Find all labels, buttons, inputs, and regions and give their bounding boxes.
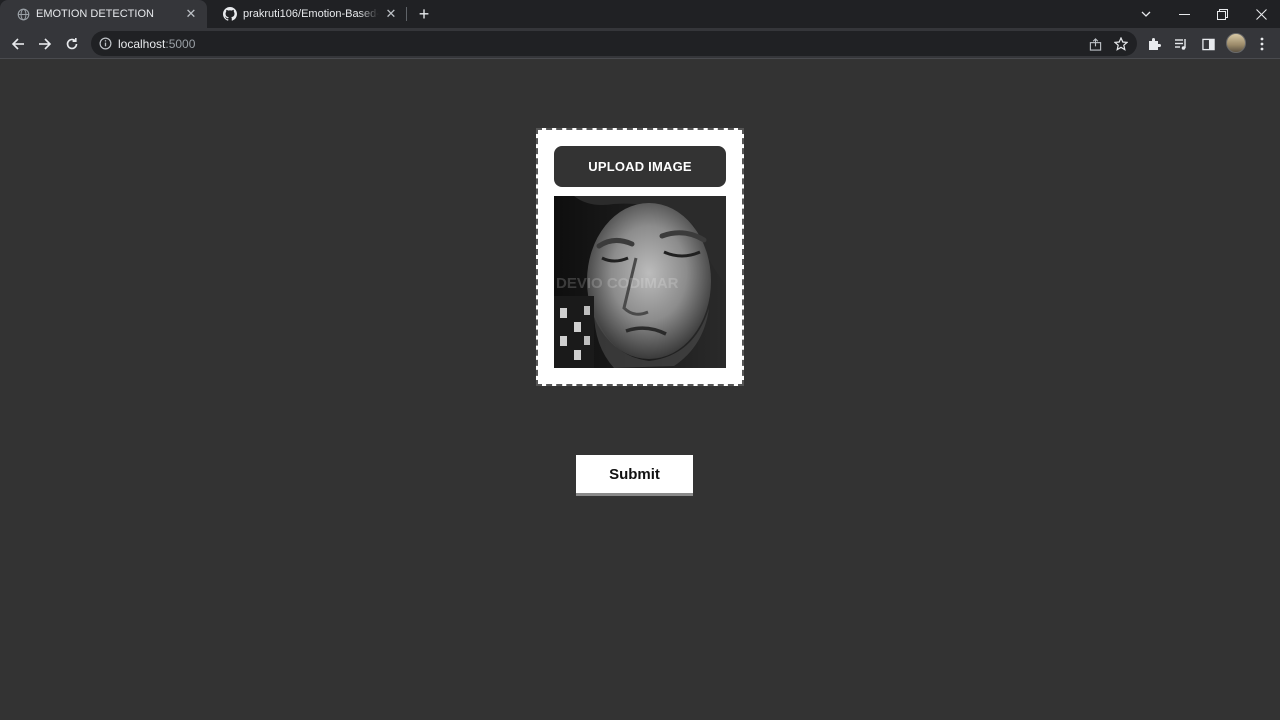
minimize-window-icon[interactable] <box>1165 0 1203 28</box>
tab-separator <box>406 7 407 21</box>
tab-github-repo[interactable]: prakruti106/Emotion-Based-Book ✕ <box>207 0 407 28</box>
back-arrow-icon[interactable] <box>7 33 29 55</box>
new-tab-button[interactable]: + <box>414 4 434 24</box>
profile-avatar[interactable] <box>1226 33 1246 53</box>
tab-search-chevron-icon[interactable] <box>1127 0 1165 28</box>
forward-arrow-icon[interactable] <box>34 33 56 55</box>
browser-toolbar: localhost:5000 <box>0 28 1280 59</box>
restore-window-icon[interactable] <box>1203 0 1241 28</box>
tab-title: prakruti106/Emotion-Based-Book <box>243 8 379 20</box>
address-bar[interactable]: localhost:5000 <box>91 31 1137 56</box>
bookmark-star-icon[interactable] <box>1111 34 1131 54</box>
upload-image-button[interactable]: UPLOAD IMAGE <box>554 146 726 187</box>
close-tab-icon[interactable]: ✕ <box>183 6 199 22</box>
reload-icon[interactable] <box>61 33 83 55</box>
globe-icon <box>16 7 30 21</box>
browser-tab-strip: EMOTION DETECTION ✕ prakruti106/Emotion-… <box>0 0 1280 28</box>
more-menu-icon[interactable] <box>1251 33 1273 55</box>
share-icon[interactable] <box>1085 34 1105 54</box>
preview-watermark: DEVIO CODIMAR <box>556 275 679 292</box>
uploaded-image-preview: DEVIO CODIMAR <box>554 196 726 368</box>
github-icon <box>223 7 237 21</box>
close-tab-icon[interactable]: ✕ <box>383 6 399 22</box>
site-info-icon[interactable] <box>99 37 112 50</box>
url-host: localhost <box>118 37 166 51</box>
side-panel-icon[interactable] <box>1197 33 1219 55</box>
close-window-icon[interactable] <box>1242 0 1280 28</box>
url-port: :5000 <box>165 37 196 51</box>
tab-title: EMOTION DETECTION <box>36 8 154 20</box>
extensions-puzzle-icon[interactable] <box>1143 33 1165 55</box>
upload-card: UPLOAD IMAGE DEVIO CODIMAR <box>536 128 744 386</box>
tab-emotion-detection[interactable]: EMOTION DETECTION ✕ <box>0 0 207 28</box>
url-text: localhost:5000 <box>118 37 195 51</box>
page-content: UPLOAD IMAGE DEVIO CODIMAR Submit <box>0 60 1280 720</box>
submit-button[interactable]: Submit <box>576 455 693 493</box>
media-control-icon[interactable] <box>1170 33 1192 55</box>
